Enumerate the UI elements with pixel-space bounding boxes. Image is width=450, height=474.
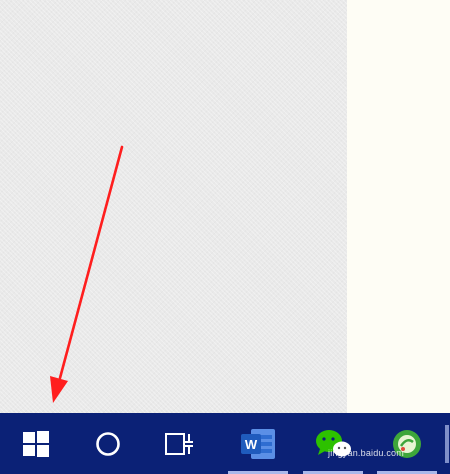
app-button-green[interactable] [377,413,437,474]
taskbar: W [0,413,450,474]
wechat-app-button[interactable] [303,413,363,474]
windows-logo-icon [23,430,49,457]
word-icon: W [241,428,275,459]
start-button[interactable] [12,413,60,474]
desktop-area [0,0,347,413]
word-app-button[interactable]: W [228,413,288,474]
taskbar-edge [443,413,450,474]
search-button[interactable] [84,413,132,474]
task-view-button[interactable] [156,413,204,474]
watermark-text: jingyan.baidu.com [328,448,404,458]
cortana-circle-icon [96,431,120,456]
task-view-icon [165,432,193,455]
word-icon-letter: W [245,437,258,452]
window-panel [347,0,450,413]
